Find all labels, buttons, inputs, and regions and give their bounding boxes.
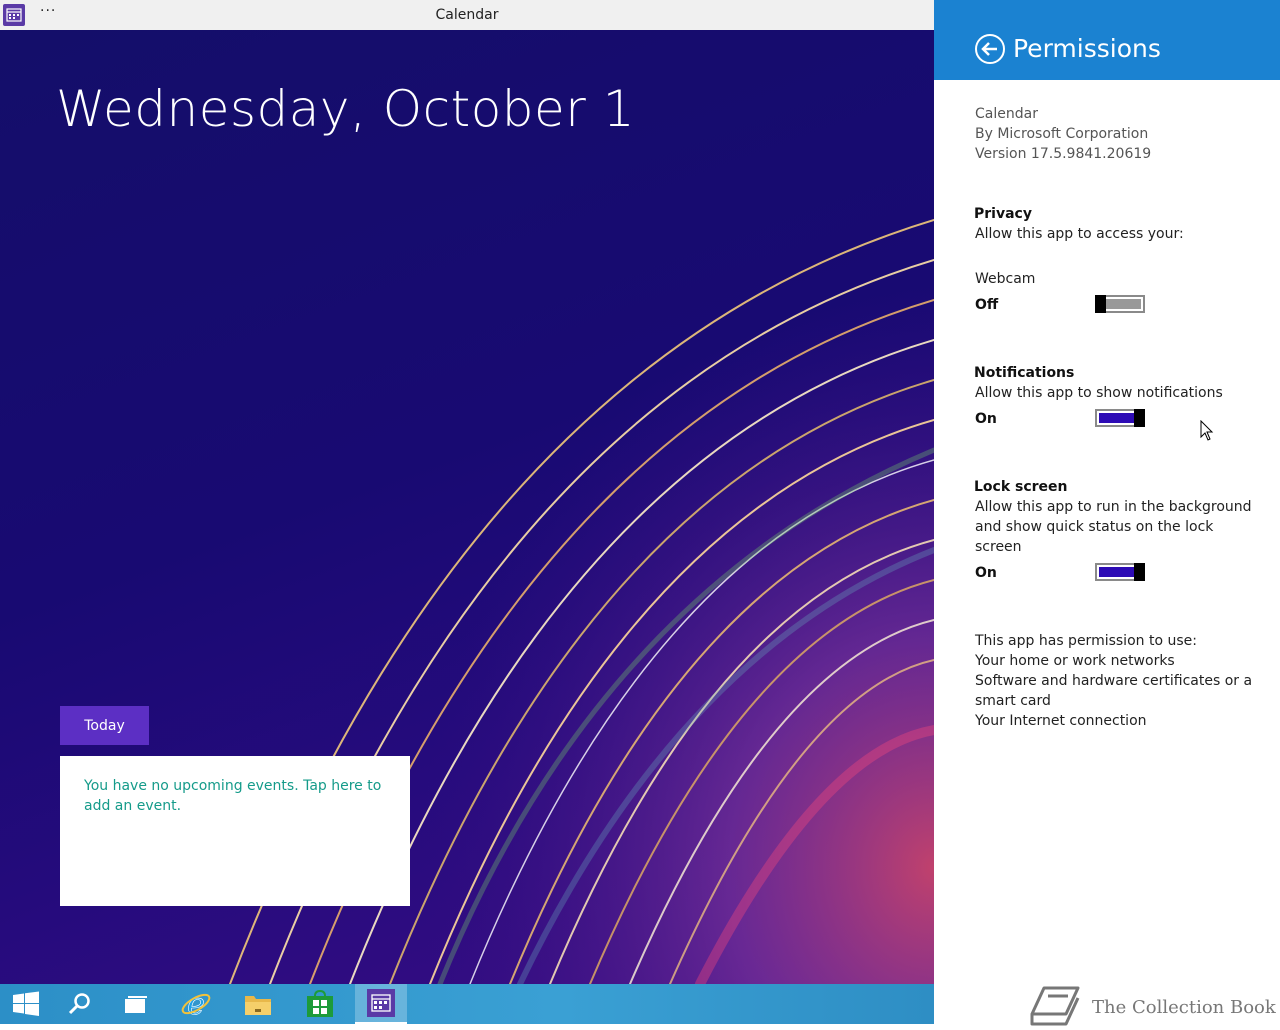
- panel-header: Permissions: [934, 0, 1280, 80]
- lock-screen-description-line: and show quick status on the lock: [975, 519, 1214, 535]
- taskbar: e: [0, 984, 934, 1024]
- permissions-panel: Permissions Calendar By Microsoft Corpor…: [934, 0, 1280, 1026]
- store-button[interactable]: [294, 984, 346, 1024]
- lock-screen-description-line: screen: [975, 539, 1022, 555]
- lock-screen-heading: Lock screen: [974, 479, 1068, 495]
- toggle-thumb: [1134, 563, 1145, 581]
- app-permissions-list: This app has permission to use: Your hom…: [975, 631, 1252, 731]
- watermark: The Collection Book: [1028, 984, 1276, 1030]
- app-name: Calendar: [975, 106, 1038, 122]
- toggle-thumb: [1134, 409, 1145, 427]
- app-version: Version 17.5.9841.20619: [975, 146, 1152, 162]
- lock-screen-description-line: Allow this app to run in the background: [975, 499, 1252, 515]
- permissions-heading: This app has permission to use:: [975, 633, 1197, 649]
- lock-screen-description: Allow this app to run in the background …: [975, 497, 1252, 557]
- notifications-heading: Notifications: [974, 365, 1075, 381]
- calendar-taskbar-button[interactable]: [355, 984, 407, 1024]
- search-icon: [68, 993, 90, 1015]
- app-info: Calendar By Microsoft Corporation Versio…: [975, 104, 1151, 164]
- today-button[interactable]: Today: [60, 706, 149, 745]
- folder-icon: [245, 996, 271, 1015]
- webcam-label: Webcam: [975, 271, 1036, 287]
- svg-text:e: e: [187, 988, 205, 1020]
- permission-item: Your home or work networks: [975, 653, 1175, 669]
- panel-title: Permissions: [1013, 34, 1161, 63]
- lock-screen-toggle[interactable]: [1095, 563, 1145, 581]
- title-bar: ··· Calendar: [0, 0, 934, 30]
- back-button[interactable]: [974, 33, 1006, 65]
- lock-screen-state: On: [975, 565, 997, 581]
- app-publisher: By Microsoft Corporation: [975, 126, 1149, 142]
- toggle-thumb: [1095, 295, 1106, 313]
- windows-logo-icon: [13, 991, 39, 1016]
- mouse-cursor-icon: [1200, 420, 1214, 441]
- calendar-main: Wednesday, October 1 Today You have no u…: [0, 30, 934, 984]
- notifications-description: Allow this app to show notifications: [975, 385, 1223, 401]
- privacy-description: Allow this app to access your:: [975, 226, 1184, 242]
- notifications-toggle[interactable]: [1095, 409, 1145, 427]
- no-events-message[interactable]: You have no upcoming events. Tap here to…: [84, 776, 384, 816]
- privacy-heading: Privacy: [974, 206, 1032, 222]
- start-button[interactable]: [0, 984, 52, 1024]
- internet-explorer-button[interactable]: e: [170, 984, 222, 1024]
- permission-item: Your Internet connection: [975, 713, 1147, 729]
- task-view-button[interactable]: [110, 984, 162, 1024]
- date-heading: Wednesday, October 1: [56, 80, 636, 138]
- permission-item: Software and hardware certificates or a: [975, 673, 1253, 689]
- search-button[interactable]: [54, 984, 106, 1024]
- upcoming-events-card[interactable]: You have no upcoming events. Tap here to…: [60, 756, 410, 906]
- file-explorer-button[interactable]: [232, 984, 284, 1024]
- permission-item: smart card: [975, 693, 1051, 709]
- book-icon: [1030, 986, 1080, 1026]
- store-icon: [307, 989, 333, 1017]
- watermark-text: The Collection Book: [1092, 996, 1276, 1018]
- webcam-state: Off: [975, 297, 999, 313]
- task-view-icon: [125, 996, 147, 1013]
- internet-explorer-icon: e: [181, 988, 211, 1020]
- back-arrow-icon: [975, 34, 1005, 64]
- calendar-icon: [367, 989, 395, 1017]
- notifications-state: On: [975, 411, 997, 427]
- window-title: Calendar: [435, 7, 499, 23]
- webcam-toggle[interactable]: [1095, 295, 1145, 313]
